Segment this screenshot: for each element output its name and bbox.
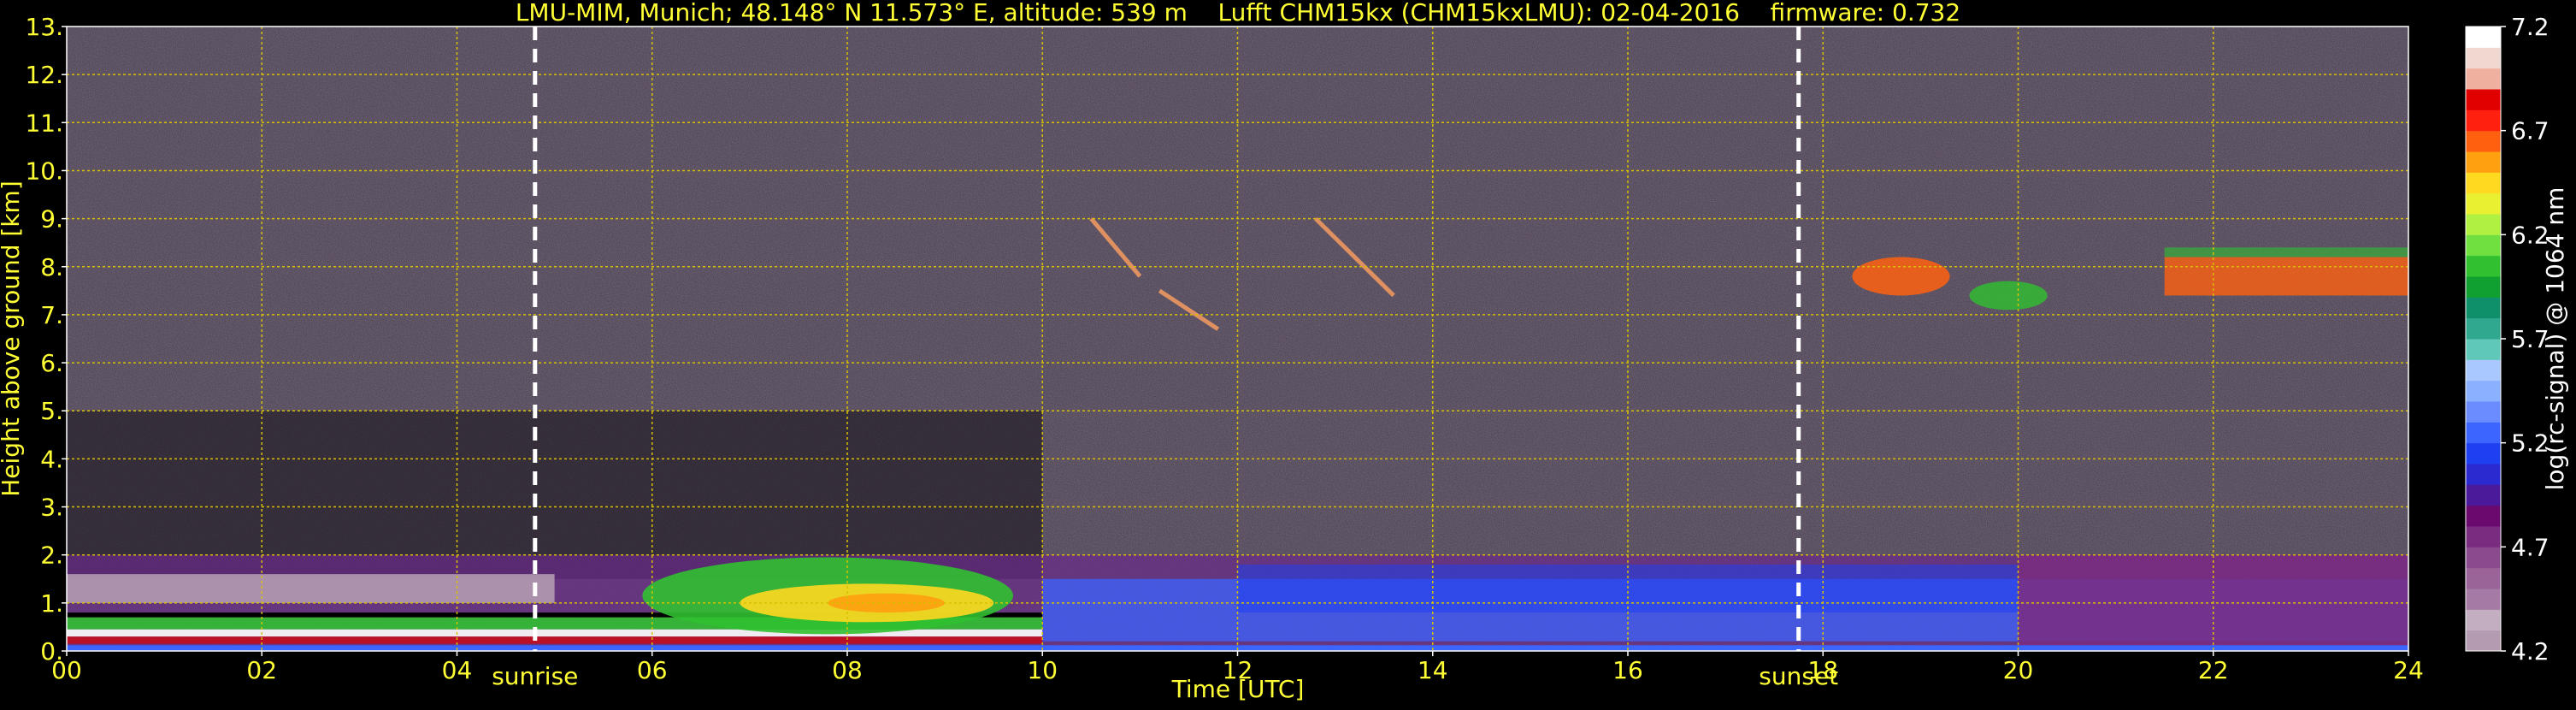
colorbar-swatch: [2466, 547, 2501, 569]
colorbar-swatch: [2466, 255, 2501, 277]
y-tick-label: 12.: [25, 61, 63, 89]
low-noise-region: [67, 411, 1043, 579]
y-tick-label: 11.: [25, 109, 63, 137]
annotation-label: sunrise: [492, 662, 578, 690]
colorbar-swatch: [2466, 151, 2501, 173]
colorbar-swatch: [2466, 297, 2501, 319]
x-axis-label: Time [UTC]: [1171, 675, 1305, 703]
colorbar-swatch: [2466, 317, 2501, 340]
colorbar-swatch: [2466, 130, 2501, 152]
colorbar-swatch: [2466, 630, 2501, 652]
colorbar-tick-label: 4.2: [2511, 637, 2549, 666]
colorbar-swatch: [2466, 442, 2501, 464]
colorbar-swatch: [2466, 567, 2501, 589]
y-axis-label: Height above ground [km]: [0, 180, 25, 497]
y-tick-label: 2.: [40, 541, 63, 570]
chart-title: LMU-MIM, Munich; 48.148° N 11.573° E, al…: [516, 0, 1960, 27]
y-tick-label: 0.: [40, 637, 63, 666]
colorbar-swatch: [2466, 422, 2501, 444]
cloud-patch: [1969, 281, 2048, 311]
x-tick-label: 04: [442, 656, 473, 684]
y-tick-label: 13.: [25, 13, 63, 41]
y-tick-label: 9.: [40, 205, 63, 234]
colorbar-tick-label: 7.2: [2511, 13, 2549, 41]
cloud-patch: [1852, 257, 1950, 296]
ceilometer-chart: sunrise sunset 00 02 04 06 08 10 12 14 16 18 20 22 24…: [0, 0, 2576, 707]
x-tick-label: 10: [1027, 656, 1058, 684]
x-tick-label: 06: [637, 656, 668, 684]
colorbar-swatch: [2466, 339, 2501, 360]
y-tick-label: 10.: [25, 157, 63, 185]
x-tick-label: 08: [832, 656, 863, 684]
colorbar-swatch: [2466, 109, 2501, 132]
y-tick-label: 3.: [40, 494, 63, 522]
y-tick-label: 5.: [40, 397, 63, 425]
colorbar-swatch: [2466, 401, 2501, 423]
colorbar-swatch: [2466, 609, 2501, 631]
x-tick-label: 02: [246, 656, 277, 684]
cloud-layer: [2164, 257, 2408, 296]
colorbar-swatch: [2466, 359, 2501, 382]
colorbar-swatch: [2466, 589, 2501, 610]
aerosol-blob-orange: [828, 593, 946, 613]
cloud-layer-edge: [2164, 247, 2408, 257]
colorbar-swatch: [2466, 484, 2501, 506]
colorbar-swatch: [2466, 234, 2501, 257]
colorbar-swatch: [2466, 192, 2501, 215]
colorbar-swatch: [2466, 526, 2501, 547]
y-tick-label: 7.: [40, 301, 63, 329]
residual-layer: [67, 574, 555, 603]
colorbar-swatch: [2466, 505, 2501, 527]
colorbar: 4.24.75.25.76.26.77.2: [2465, 13, 2549, 666]
colorbar-tick-label: 6.7: [2511, 117, 2549, 145]
x-tick-label: 16: [1612, 656, 1643, 684]
y-tick-label: 6.: [40, 349, 63, 377]
x-tick-label: 22: [2198, 656, 2229, 684]
colorbar-swatch: [2466, 172, 2501, 194]
colorbar-swatch: [2466, 214, 2501, 235]
colorbar-swatch: [2466, 380, 2501, 402]
y-tick-label: 1.: [40, 589, 63, 618]
y-tick-label: 4.: [40, 445, 63, 473]
colorbar-swatch: [2466, 276, 2501, 298]
y-tick-label: 8.: [40, 253, 63, 281]
colorbar-swatch: [2466, 47, 2501, 69]
red-band: [67, 636, 1043, 644]
x-tick-label: 20: [2003, 656, 2034, 684]
colorbar-swatch: [2466, 464, 2501, 485]
x-tick-label: 14: [1418, 656, 1448, 684]
chart-svg: sunrise sunset 00 02 04 06 08 10 12 14 16 18 20 22 24…: [0, 0, 2569, 703]
colorbar-swatch: [2466, 89, 2501, 110]
colorbar-swatch: [2466, 27, 2501, 48]
colorbar-swatch: [2466, 68, 2501, 90]
x-tick-label: 24: [2393, 656, 2424, 684]
colorbar-tick-label: 4.7: [2511, 533, 2549, 561]
x-tick-label: 18: [1807, 656, 1838, 684]
colorbar-label: log(rc-signal) @ 1064 nm: [2541, 187, 2569, 491]
